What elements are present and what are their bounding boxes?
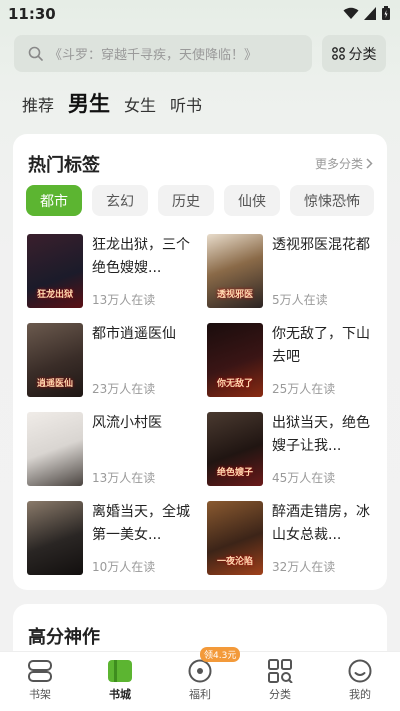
book-cover: 绝色嫂子 [207, 412, 263, 486]
book-title: 离婚当天，全城第一美女... [92, 504, 190, 543]
book-readers: 13万人在读 [92, 293, 156, 307]
nav-label: 书架 [29, 688, 51, 701]
top-tabs: 推荐 男生 女生 听书 [22, 86, 202, 120]
book-readers: 32万人在读 [272, 560, 336, 574]
nav-label: 我的 [349, 688, 371, 701]
welfare-icon [188, 659, 212, 683]
book-cover: 逍遥医仙 [27, 323, 83, 397]
search-input[interactable]: 《斗罗：穿越千寻疾，天使降临！》 [14, 35, 312, 72]
book-item[interactable]: 你无敌了 你无敌了，下山去吧 25万人在读 [207, 323, 379, 397]
signal-icon [364, 6, 376, 20]
book-title: 出狱当天，绝色嫂子让我... [272, 415, 370, 454]
book-title: 都市逍遥医仙 [92, 326, 176, 342]
wifi-icon [343, 7, 359, 19]
book-readers: 23万人在读 [92, 382, 156, 396]
book-title: 透视邪医混花都 [272, 237, 370, 253]
nav-bookstore[interactable]: 书城 [80, 652, 160, 711]
book-title: 狂龙出狱，三个绝色嫂嫂... [92, 237, 190, 276]
status-time: 11:30 [8, 5, 56, 23]
book-cover: 一夜沦陷 [207, 501, 263, 575]
book-item[interactable]: 逍遥医仙 都市逍遥医仙 23万人在读 [27, 323, 207, 397]
book-cover: 透视邪医 [207, 234, 263, 308]
book-grid: 狂龙出狱 狂龙出狱，三个绝色嫂嫂... 13万人在读 透视邪医 透视邪医混花都 … [27, 234, 379, 575]
book-cover [27, 501, 83, 575]
chip-city[interactable]: 都市 [26, 185, 82, 216]
status-bar: 11:30 [0, 0, 400, 30]
book-cover: 狂龙出狱 [27, 234, 83, 308]
more-categories-link[interactable]: 更多分类 [315, 155, 373, 172]
tab-female[interactable]: 女生 [124, 92, 156, 120]
nav-label: 分类 [269, 688, 291, 701]
book-item[interactable]: 一夜沦陷 醉酒走错房，冰山女总裁... 32万人在读 [207, 501, 379, 575]
tab-male[interactable]: 男生 [68, 88, 110, 120]
search-icon [28, 46, 43, 61]
chevron-right-icon [366, 158, 373, 169]
category-button-label: 分类 [348, 46, 377, 63]
tab-audiobook[interactable]: 听书 [170, 92, 202, 120]
book-readers: 5万人在读 [272, 293, 328, 307]
cover-title: 透视邪医 [216, 290, 253, 300]
category-button[interactable]: 分类 [322, 35, 386, 72]
nav-profile[interactable]: 我的 [320, 652, 400, 711]
book-title: 你无敌了，下山去吧 [272, 326, 370, 365]
status-icons [343, 6, 390, 20]
cover-title: 狂龙出狱 [36, 290, 73, 300]
book-cover: 你无敌了 [207, 323, 263, 397]
chip-horror[interactable]: 惊悚恐怖 [290, 185, 374, 216]
tab-recommend[interactable]: 推荐 [22, 92, 54, 120]
book-cover [27, 412, 83, 486]
chip-history[interactable]: 历史 [158, 185, 214, 216]
book-readers: 10万人在读 [92, 560, 156, 574]
nav-bookshelf[interactable]: 书架 [0, 652, 80, 711]
bookstore-icon [108, 660, 132, 682]
search-placeholder: 《斗罗：穿越千寻疾，天使降临！》 [49, 48, 258, 63]
hot-tags-title: 热门标签 [28, 155, 100, 176]
tag-chips: 都市 玄幻 历史 仙侠 惊悚恐怖 [26, 185, 374, 216]
cover-title: 绝色嫂子 [216, 468, 253, 478]
cover-title: 你无敌了 [216, 379, 253, 389]
book-readers: 25万人在读 [272, 382, 336, 396]
more-categories-label: 更多分类 [314, 157, 363, 171]
nav-label: 书城 [109, 688, 131, 701]
cover-title: 一夜沦陷 [216, 557, 253, 567]
book-readers: 45万人在读 [272, 471, 336, 485]
chip-fantasy[interactable]: 玄幻 [92, 185, 148, 216]
book-item[interactable]: 狂龙出狱 狂龙出狱，三个绝色嫂嫂... 13万人在读 [27, 234, 207, 308]
book-item[interactable]: 透视邪医 透视邪医混花都 5万人在读 [207, 234, 379, 308]
bookshelf-icon [28, 660, 52, 682]
nav-category[interactable]: 分类 [240, 652, 320, 711]
cover-title: 逍遥医仙 [36, 379, 73, 389]
chip-xianxia[interactable]: 仙侠 [224, 185, 280, 216]
nav-label: 福利 [189, 688, 211, 701]
nav-welfare[interactable]: 领4.3元 福利 [160, 647, 241, 711]
book-item[interactable]: 风流小村医 13万人在读 [27, 412, 207, 486]
book-item[interactable]: 绝色嫂子 出狱当天，绝色嫂子让我... 45万人在读 [207, 412, 379, 486]
grid-icon [331, 47, 345, 60]
profile-icon [348, 659, 372, 683]
battery-icon [382, 6, 390, 20]
high-score-title: 高分神作 [28, 627, 100, 648]
book-title: 醉酒走错房，冰山女总裁... [272, 504, 370, 543]
book-title: 风流小村医 [92, 415, 162, 431]
bottom-nav: 书架 书城 领4.3元 福利 分类 我的 [0, 647, 400, 711]
book-readers: 13万人在读 [92, 471, 156, 485]
welfare-badge: 领4.3元 [200, 647, 241, 662]
category-icon [268, 659, 293, 683]
hot-tags-card: 热门标签 更多分类 都市 玄幻 历史 仙侠 惊悚恐怖 狂龙出狱 狂龙出狱，三个绝… [13, 134, 387, 590]
book-item[interactable]: 离婚当天，全城第一美女... 10万人在读 [27, 501, 207, 575]
